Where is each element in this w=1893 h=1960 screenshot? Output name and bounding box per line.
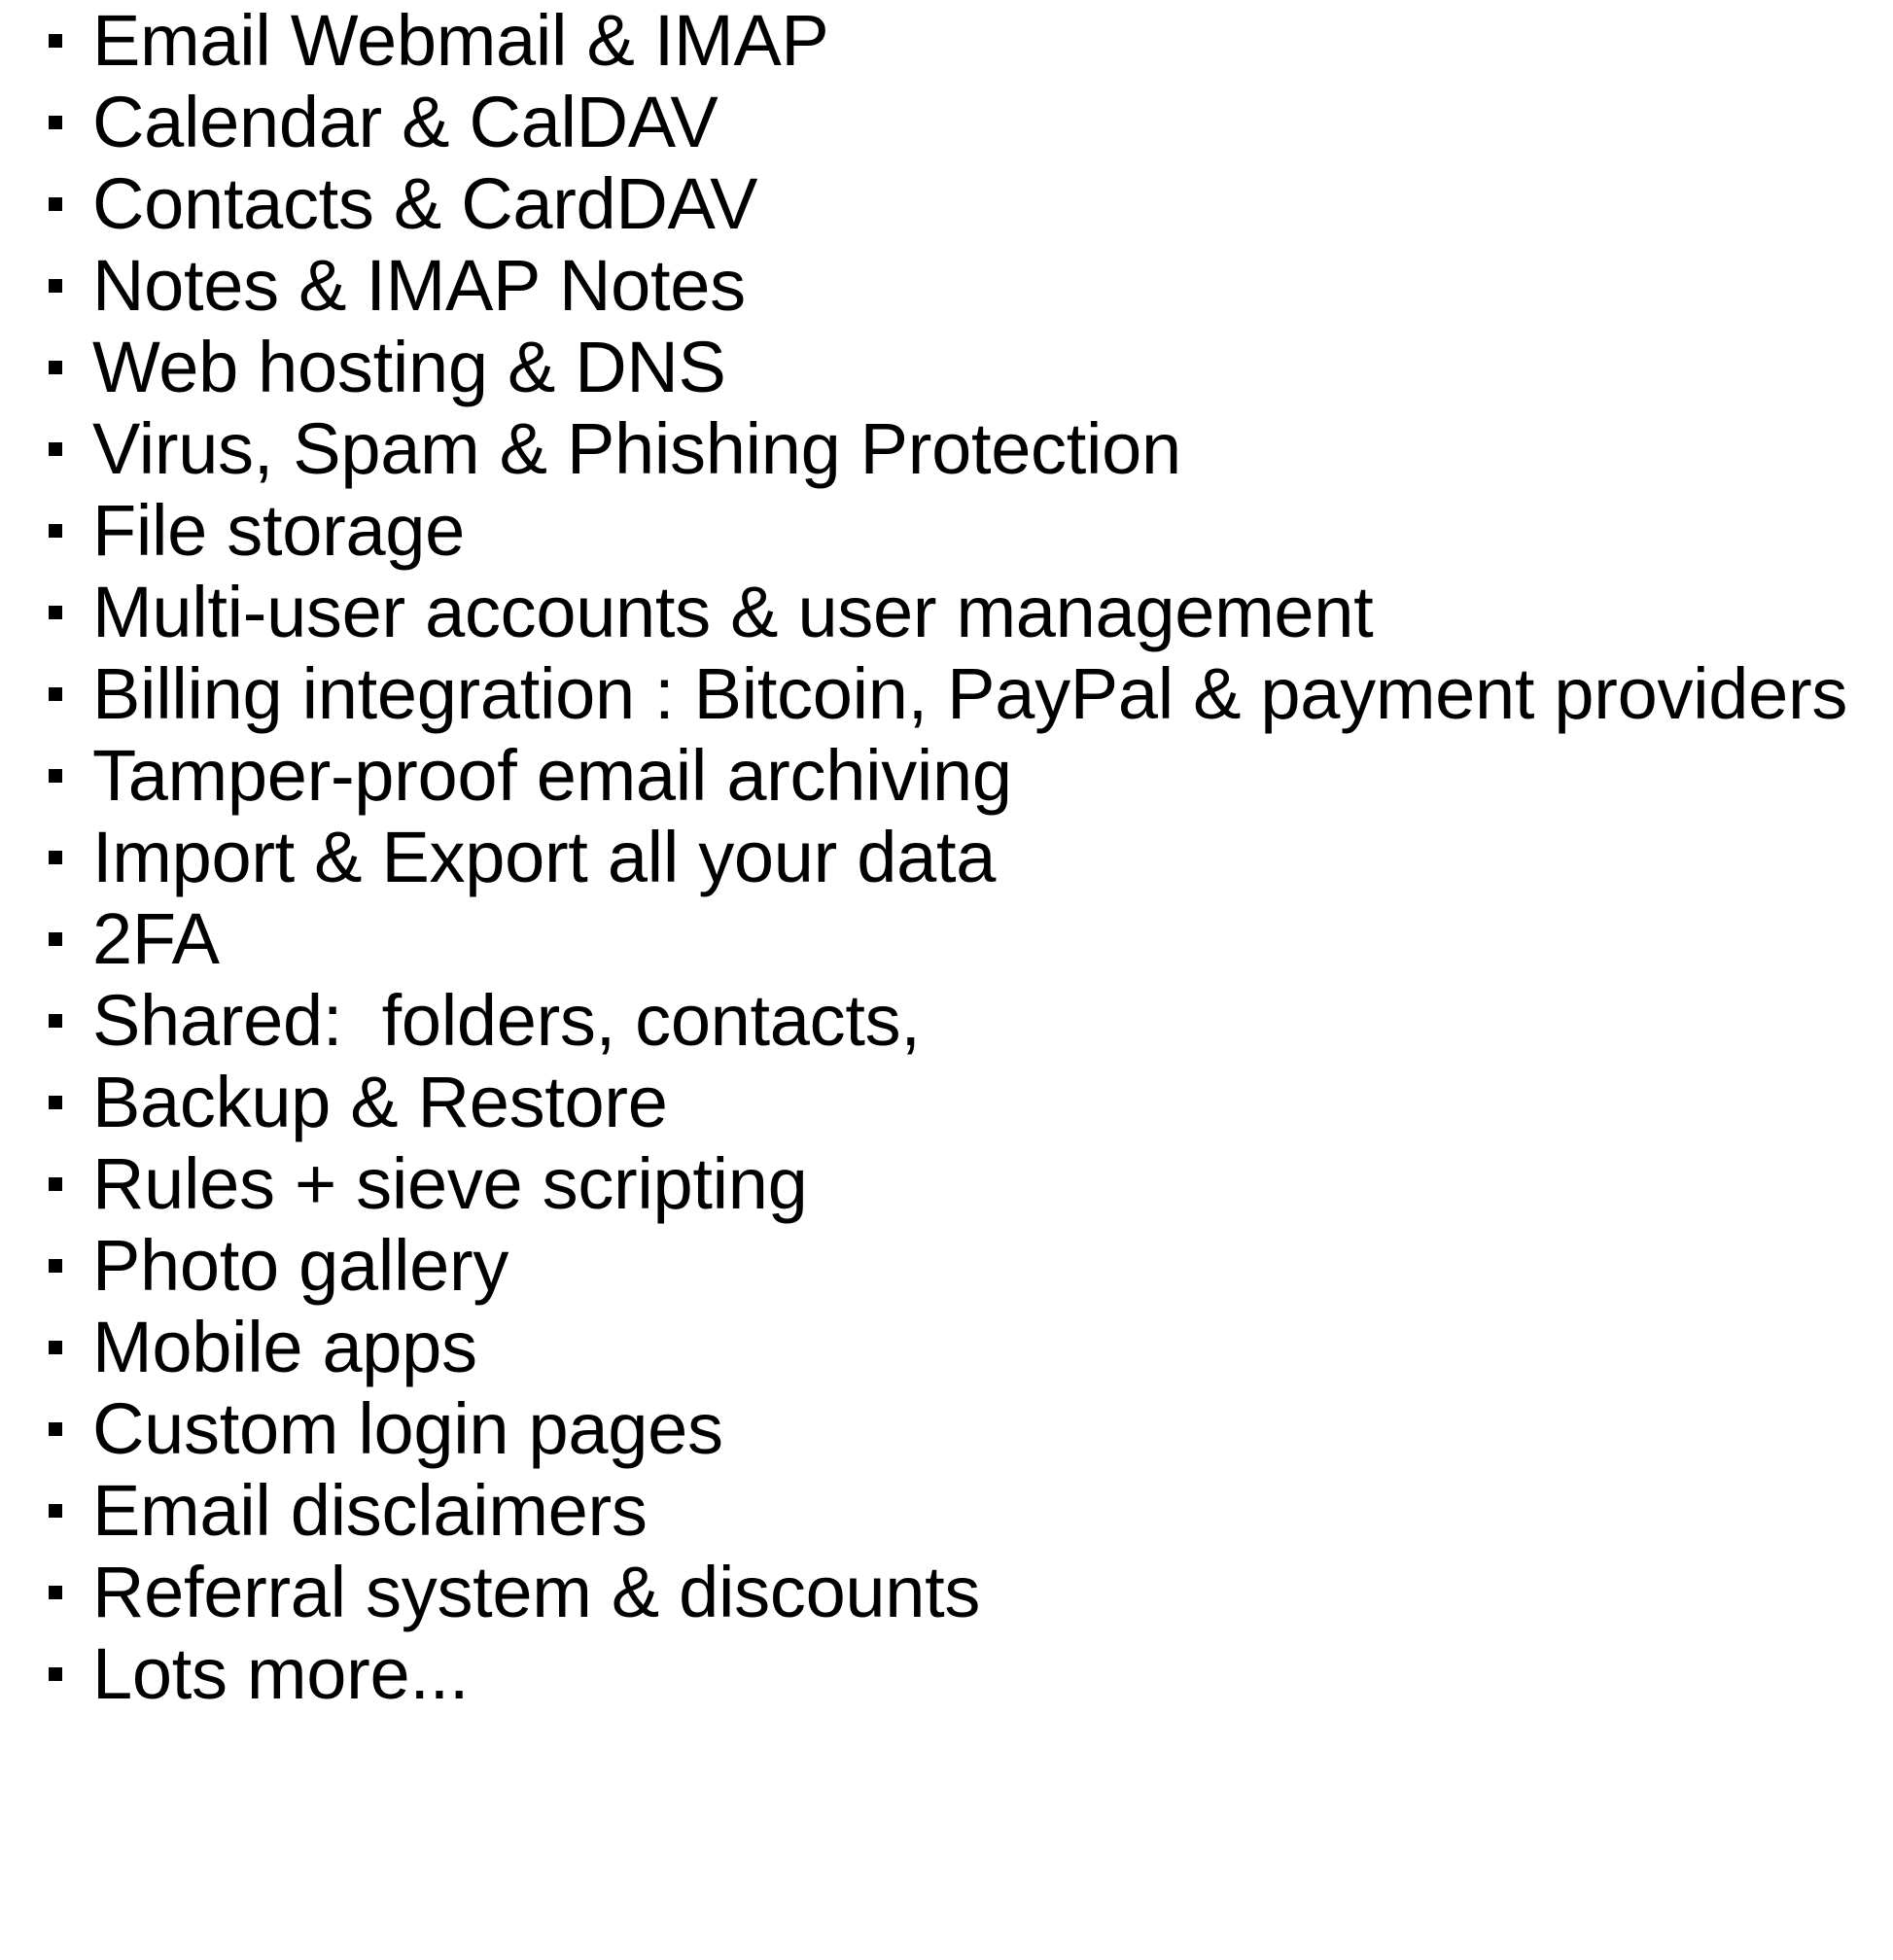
square-bullet-icon	[49, 116, 62, 129]
feature-label: Custom login pages	[92, 1388, 723, 1469]
square-bullet-icon	[49, 279, 62, 293]
feature-label: Calendar & CalDAV	[92, 82, 719, 162]
feature-item-email-disclaimers: Email disclaimers	[0, 1470, 648, 1552]
feature-item-email-archiving: Tamper-proof email archiving	[0, 735, 1012, 817]
feature-item-billing-integration: Billing integration : Bitcoin, PayPal & …	[0, 653, 1847, 735]
feature-label: Photo gallery	[92, 1225, 509, 1306]
square-bullet-icon	[49, 361, 62, 374]
feature-label: Email disclaimers	[92, 1470, 648, 1551]
feature-item-virus-spam-phishing: Virus, Spam & Phishing Protection	[0, 408, 1181, 490]
feature-label: Tamper-proof email archiving	[92, 735, 1012, 816]
feature-label: Mobile apps	[92, 1307, 477, 1387]
feature-item-contacts-carddav: Contacts & CardDAV	[0, 163, 757, 245]
feature-label: Lots more...	[92, 1633, 470, 1714]
square-bullet-icon	[49, 1667, 62, 1681]
feature-item-notes-imap-notes: Notes & IMAP Notes	[0, 245, 746, 327]
feature-label: 2FA	[92, 898, 220, 979]
square-bullet-icon	[49, 524, 62, 538]
feature-label: Email Webmail & IMAP	[92, 0, 829, 81]
feature-item-2fa: 2FA	[0, 898, 220, 980]
feature-label: File storage	[92, 490, 466, 571]
feature-item-lots-more: Lots more...	[0, 1633, 469, 1715]
square-bullet-icon	[49, 442, 62, 456]
square-bullet-icon	[49, 1259, 62, 1273]
feature-item-backup-restore: Backup & Restore	[0, 1062, 668, 1143]
feature-label: Referral system & discounts	[92, 1552, 981, 1632]
feature-list: Email Webmail & IMAP Calendar & CalDAV C…	[0, 0, 1847, 1715]
feature-label: Shared: folders, contacts,	[92, 980, 921, 1061]
square-bullet-icon	[49, 932, 62, 946]
feature-label: Virus, Spam & Phishing Protection	[92, 408, 1181, 489]
feature-label: Import & Export all your data	[92, 817, 997, 897]
square-bullet-icon	[49, 1014, 62, 1028]
feature-item-multi-user-accounts: Multi-user accounts & user management	[0, 572, 1374, 653]
feature-item-photo-gallery: Photo gallery	[0, 1225, 508, 1307]
feature-item-file-storage: File storage	[0, 490, 465, 572]
feature-item-import-export: Import & Export all your data	[0, 817, 996, 898]
feature-label: Web hosting & DNS	[92, 327, 726, 407]
feature-item-web-hosting-dns: Web hosting & DNS	[0, 327, 726, 408]
square-bullet-icon	[49, 1177, 62, 1191]
square-bullet-icon	[49, 1341, 62, 1354]
feature-item-custom-login-pages: Custom login pages	[0, 1388, 723, 1470]
square-bullet-icon	[49, 197, 62, 211]
square-bullet-icon	[49, 1504, 62, 1518]
feature-label: Notes & IMAP Notes	[92, 245, 746, 326]
square-bullet-icon	[49, 1422, 62, 1436]
square-bullet-icon	[49, 1096, 62, 1109]
feature-label: Backup & Restore	[92, 1062, 668, 1142]
square-bullet-icon	[49, 769, 62, 783]
feature-label: Multi-user accounts & user management	[92, 572, 1374, 652]
feature-item-referral-system: Referral system & discounts	[0, 1552, 980, 1633]
square-bullet-icon	[49, 34, 62, 48]
square-bullet-icon	[49, 606, 62, 619]
feature-item-rules-sieve: Rules + sieve scripting	[0, 1143, 808, 1225]
feature-item-mobile-apps: Mobile apps	[0, 1307, 477, 1388]
feature-label: Rules + sieve scripting	[92, 1143, 808, 1224]
feature-label: Contacts & CardDAV	[92, 163, 758, 244]
square-bullet-icon	[49, 1586, 62, 1599]
feature-item-calendar-caldav: Calendar & CalDAV	[0, 82, 719, 163]
square-bullet-icon	[49, 851, 62, 864]
feature-label: Billing integration : Bitcoin, PayPal & …	[92, 653, 1848, 734]
feature-item-shared: Shared: folders, contacts,	[0, 980, 921, 1062]
feature-item-email-webmail-imap: Email Webmail & IMAP	[0, 0, 829, 82]
square-bullet-icon	[49, 687, 62, 701]
